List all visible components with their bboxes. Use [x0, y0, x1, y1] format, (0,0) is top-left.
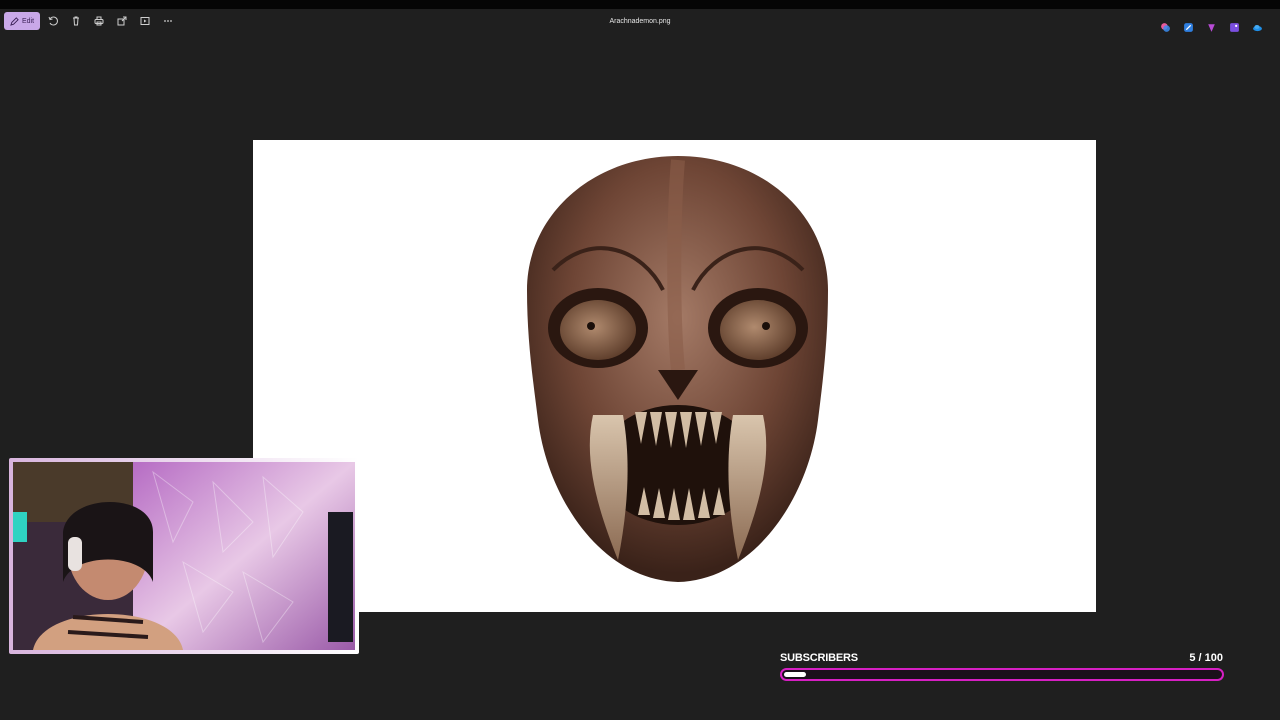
photos-icon[interactable]	[1228, 21, 1241, 34]
subscribers-progress-bar	[780, 668, 1224, 681]
subscribers-label: SUBSCRIBERS	[780, 652, 858, 664]
streamer-video-icon	[13, 462, 355, 650]
share-icon[interactable]	[112, 11, 132, 31]
pencil-icon	[10, 16, 19, 26]
rotate-icon[interactable]	[43, 11, 63, 31]
toolbar-right	[1159, 21, 1264, 34]
edit-button-label: Edit	[22, 17, 35, 25]
onedrive-icon[interactable]	[1251, 21, 1264, 34]
copilot-icon[interactable]	[1159, 21, 1172, 34]
print-icon[interactable]	[89, 11, 109, 31]
clipchamp-icon[interactable]	[1205, 21, 1218, 34]
subscriber-goal-widget: SUBSCRIBERS 5 / 100	[780, 650, 1225, 686]
webcam-overlay	[9, 458, 359, 654]
file-name: Arachnademon.png	[609, 18, 671, 25]
slideshow-icon[interactable]	[135, 11, 155, 31]
toolbar-left: Edit	[4, 11, 178, 31]
edit-button[interactable]: Edit	[4, 12, 41, 30]
more-icon[interactable]	[158, 11, 178, 31]
demon-mask-image	[527, 156, 828, 582]
image-canvas[interactable]	[253, 140, 1096, 612]
designer-icon[interactable]	[1182, 21, 1195, 34]
top-strip	[0, 0, 1280, 9]
subscribers-progress-fill	[784, 672, 806, 677]
subscribers-count: 5 / 100	[1189, 652, 1223, 664]
delete-icon[interactable]	[66, 11, 86, 31]
webcam-feed	[13, 462, 355, 650]
